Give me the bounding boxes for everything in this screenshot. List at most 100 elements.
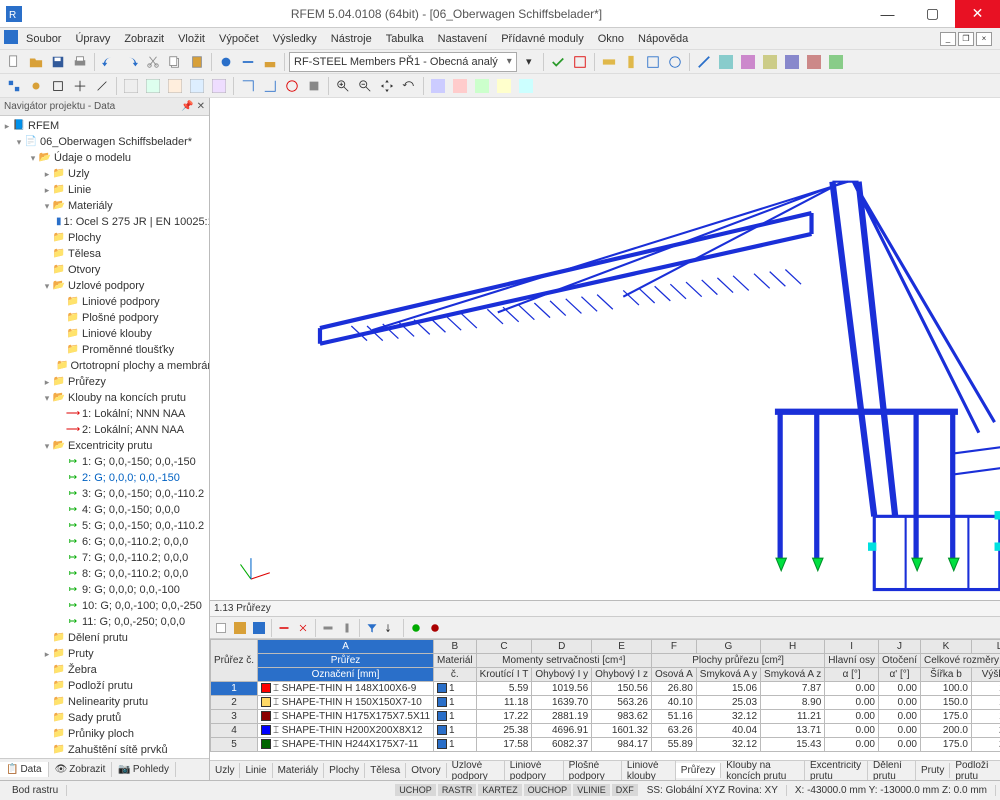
tree-e3[interactable]: 3: G; 0,0,-150; 0,0,-110.2 — [82, 487, 204, 501]
tree-sadyp[interactable]: Sady prutů — [68, 711, 121, 725]
menu-napoveda[interactable]: Nápověda — [632, 31, 694, 47]
open-button[interactable] — [26, 52, 46, 72]
paste-button[interactable] — [187, 52, 207, 72]
menu-zobrazit[interactable]: Zobrazit — [118, 31, 170, 47]
grid-tab[interactable]: Uzly — [210, 763, 240, 778]
table-row[interactable]: 3 ⌶ SHAPE-THIN H175X175X7.5X11 1 17.2228… — [211, 710, 1000, 724]
tree-plochy[interactable]: Plochy — [68, 231, 101, 245]
tb-icon[interactable] — [826, 52, 846, 72]
hdr-b[interactable]: Šířka b — [921, 668, 972, 682]
tree-excentr[interactable]: Excentricity prutu — [68, 439, 152, 453]
table-row[interactable]: 1 ⌶ SHAPE-THIN H 148X100X6-9 1 5.591019.… — [211, 682, 1000, 696]
tree-zahust[interactable]: Zahuštění sítě prvků — [68, 743, 168, 757]
menu-vlozit[interactable]: Vložit — [172, 31, 211, 47]
grid-tab[interactable]: Plošné podpory — [564, 760, 622, 780]
hdr-a[interactable]: Osová A — [651, 668, 696, 682]
snap-toggle[interactable]: KARTEZ — [478, 784, 521, 796]
grid-tab[interactable]: Pruty — [916, 763, 950, 778]
tree-uzlovepodpory[interactable]: Uzlové podpory — [68, 279, 144, 293]
table-row[interactable]: 4 ⌶ SHAPE-THIN H200X200X8X12 1 25.384696… — [211, 724, 1000, 738]
tree-promennetl[interactable]: Proměnné tloušťky — [82, 343, 174, 357]
project-tree[interactable]: ▸📘RFEM ▾📄06_Oberwagen Schiffsbelader* ▾📂… — [0, 116, 209, 758]
hdr-iy[interactable]: Ohybový I y — [532, 668, 592, 682]
grid-tb-icon[interactable] — [338, 619, 356, 637]
tb-icon[interactable] — [494, 76, 514, 96]
tree-mat1[interactable]: 1: Ocel S 275 JR | EN 10025:199 — [64, 215, 209, 229]
tb-icon[interactable] — [70, 76, 90, 96]
tb-icon[interactable] — [665, 52, 685, 72]
grid-tab[interactable]: Podloží prutu — [950, 760, 1000, 780]
tb-icon[interactable] — [187, 76, 207, 96]
tree-e4[interactable]: 4: G; 0,0,-150; 0,0,0 — [82, 503, 180, 517]
tb-icon[interactable] — [782, 52, 802, 72]
tb-icon[interactable] — [209, 76, 229, 96]
tb-icon[interactable] — [165, 76, 185, 96]
navtab-data[interactable]: 📋 Data — [0, 762, 49, 777]
tb-icon[interactable] — [304, 76, 324, 96]
tree-linie[interactable]: Linie — [68, 183, 91, 197]
grid-tab[interactable]: Liniové klouby — [622, 760, 676, 780]
tree-root[interactable]: RFEM — [28, 119, 59, 133]
tree-e5[interactable]: 5: G; 0,0,-150; 0,0,-110.2 — [82, 519, 204, 533]
tb-icon[interactable] — [643, 52, 663, 72]
grid-tab[interactable]: Linie — [240, 763, 272, 778]
tree-ortotropni[interactable]: Ortotropní plochy a membrány — [70, 359, 209, 373]
tb-icon[interactable] — [48, 76, 68, 96]
save-button[interactable] — [48, 52, 68, 72]
tree-uzly[interactable]: Uzly — [68, 167, 89, 181]
cut-button[interactable] — [143, 52, 163, 72]
tb-icon[interactable] — [92, 76, 112, 96]
tree-nelin[interactable]: Nelinearity prutu — [68, 695, 148, 709]
tb-icon[interactable] — [804, 52, 824, 72]
col-I[interactable]: I — [825, 640, 879, 654]
grid-tb-icon[interactable] — [250, 619, 268, 637]
tree-e1[interactable]: 1: G; 0,0,-150; 0,0,-150 — [82, 455, 196, 469]
tree-klouby[interactable]: Klouby na koncích prutu — [68, 391, 186, 405]
col-A[interactable]: A — [258, 640, 434, 654]
tb-icon[interactable] — [260, 52, 280, 72]
3d-viewport[interactable] — [210, 98, 1000, 600]
tree-plosnepodpory[interactable]: Plošné podpory — [82, 311, 158, 325]
hdr-iz[interactable]: Ohybový I z — [592, 668, 652, 682]
pin-icon[interactable]: 📌 ✕ — [181, 101, 205, 112]
hdr-ozn[interactable]: Označení [mm] — [258, 668, 434, 682]
table-row[interactable]: 2 ⌶ SHAPE-THIN H 150X150X7-10 1 11.18163… — [211, 696, 1000, 710]
tb-icon[interactable] — [548, 52, 568, 72]
tb-icon[interactable] — [238, 52, 258, 72]
close-button[interactable]: ✕ — [955, 0, 1000, 28]
module-combo[interactable]: RF-STEEL Members PŘ1 - Obecná analý — [289, 52, 517, 72]
tb-icon[interactable] — [599, 52, 619, 72]
tree-pruty[interactable]: Pruty — [68, 647, 94, 661]
col-H[interactable]: H — [761, 640, 825, 654]
tb-icon[interactable] — [716, 52, 736, 72]
menu-pridavne[interactable]: Přídavné moduly — [495, 31, 590, 47]
col-B[interactable]: B — [434, 640, 477, 654]
grid-tb-icon[interactable] — [212, 619, 230, 637]
mdi-restore-button[interactable]: ❐ — [958, 32, 974, 46]
col-G[interactable]: G — [696, 640, 760, 654]
tb-icon[interactable] — [760, 52, 780, 72]
grid-tab[interactable]: Otvory — [406, 763, 446, 778]
hdr-matc[interactable]: č. — [434, 668, 477, 682]
grid-tab[interactable]: Liniové podpory — [505, 760, 564, 780]
tb-icon[interactable] — [738, 52, 758, 72]
app-menu-icon[interactable] — [4, 30, 18, 47]
tb-icon[interactable] — [282, 76, 302, 96]
tree-klo2[interactable]: 2: Lokální; ANN NAA — [82, 423, 184, 437]
snap-toggle[interactable]: VLINIE — [573, 784, 610, 796]
grid-tb-icon[interactable] — [407, 619, 425, 637]
menu-soubor[interactable]: Soubor — [20, 31, 67, 47]
tree-podlozi[interactable]: Podloží prutu — [68, 679, 133, 693]
menu-vysledky[interactable]: Výsledky — [267, 31, 323, 47]
print-button[interactable] — [70, 52, 90, 72]
tb-icon[interactable] — [238, 76, 258, 96]
undo-button[interactable] — [99, 52, 119, 72]
tb-icon[interactable] — [26, 76, 46, 96]
tb-icon[interactable] — [4, 76, 24, 96]
tb-icon[interactable] — [570, 52, 590, 72]
dropdown-icon[interactable]: ▾ — [519, 52, 539, 72]
grid-tb-icon[interactable] — [294, 619, 312, 637]
menu-nastroje[interactable]: Nástroje — [325, 31, 378, 47]
col-F[interactable]: F — [651, 640, 696, 654]
tb-icon[interactable] — [450, 76, 470, 96]
